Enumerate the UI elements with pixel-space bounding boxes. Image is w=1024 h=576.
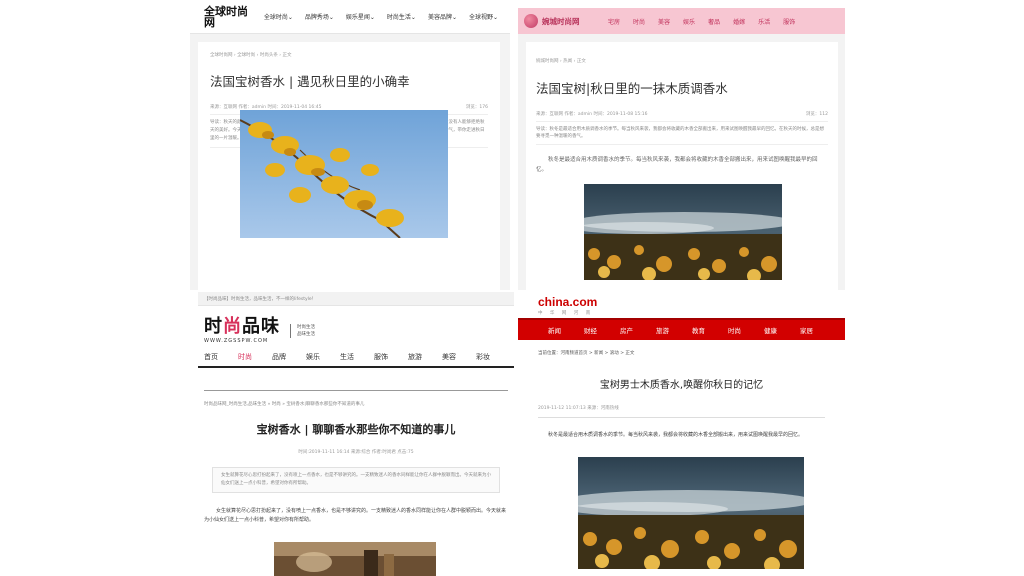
site-logo[interactable]: 婉城时尚网 (524, 14, 608, 28)
site-logo[interactable]: 全球时尚网 (204, 6, 252, 28)
main-nav: 宅房 时尚 美容 娱乐 奢品 婚嫁 乐活 服饰 (608, 17, 808, 26)
article-title: 宝树香水 | 聊聊香水那些你不知道的事儿 (256, 423, 456, 436)
nav-item[interactable]: 财经 (584, 325, 597, 335)
nav-item[interactable]: 生活 (340, 352, 354, 362)
nav-item-home[interactable]: 首页 (204, 352, 218, 362)
article-title: 宝树男士木质香水,唤醒你秋日的记忆 (599, 380, 764, 391)
article-title: 法国宝树香水 | 遇见秋日里的小确幸 (210, 74, 410, 89)
nav-item[interactable]: 娱乐 (683, 17, 695, 26)
article-meta: 时间:2019-11-11 16:14 来源:综合 作者:时尚君 点击:75 (298, 450, 414, 455)
nav-item[interactable]: 服饰 (783, 17, 795, 26)
brand-name: 时尚品味 (204, 316, 280, 337)
nav-item[interactable]: 家居 (800, 325, 813, 335)
main-nav: 首页 时尚 品牌 娱乐 生活 服饰 旅游 美容 彩妆 (198, 352, 514, 368)
article-summary: 女生就算花尽心思打扮起来了，没有喷上一点香水，也是不够讲究的。一支精致迷人的香水… (212, 467, 500, 493)
article-summary: 导读：秋冬是最适合用木质调香水的季节。每当秋风来袭，我都会将收藏的木香全部搬出来… (536, 126, 828, 145)
nav-item[interactable]: 全球视野⌄ (469, 12, 498, 21)
brand-url: WWW.ZGSSPW.COM (204, 338, 269, 344)
article-paragraph: 女生就算花尽心思打扮起来了，没有喷上一点香水，也是不够讲究的。一支精致迷人的香水… (204, 508, 507, 523)
nav-item[interactable]: 房产 (620, 325, 633, 335)
view-count: 浏览：176 (465, 105, 488, 110)
nav-item[interactable]: 新闻 (548, 325, 561, 335)
nav-item[interactable]: 旅游 (408, 352, 422, 362)
nav-item[interactable]: 时尚 (728, 325, 741, 335)
main-nav: 新闻 财经 房产 旅游 教育 时尚 健康 家居 (518, 318, 845, 340)
article-meta: 2019-11-12 11:07:13 来源：河南热线 (538, 405, 825, 418)
nav-item[interactable]: 服饰 (374, 352, 388, 362)
brand-header: 时尚品味 WWW.ZGSSPW.COM 时尚生活 品味生活 (198, 306, 514, 352)
nav-item-fashion[interactable]: 时尚 (238, 352, 252, 362)
nav-item[interactable]: 全球时尚⌄ (264, 12, 293, 21)
breadcrumb: 全球时尚网 › 全球时尚 › 时尚头条 › 正文 (210, 53, 292, 58)
breadcrumb: 当前位置：河南频道首页 > 新闻 > 滚动 > 正文 (538, 351, 635, 356)
autumn-ginkgo-image (240, 110, 448, 238)
site-header: 全球时尚网 全球时尚⌄ 品牌秀场⌄ 娱乐星闻⌄ 时尚生活⌄ 美容品牌⌄ 全球视野… (190, 0, 510, 34)
meta-info: 来源：互联网 作者：admin 时间：2019-11-08 15:16 (536, 112, 648, 117)
breadcrumb: 时尚品味网_时尚生活,品味生活 » 时尚 » 宝树香水|聊聊香水那些你不知道的事… (204, 402, 365, 407)
nav-item[interactable]: 美容品牌⌄ (428, 12, 457, 21)
nav-item[interactable]: 时尚生活⌄ (387, 12, 416, 21)
nav-item[interactable]: 娱乐 (306, 352, 320, 362)
nav-item[interactable]: 娱乐星闻⌄ (346, 12, 375, 21)
nav-item[interactable]: 美容 (658, 17, 670, 26)
misty-autumn-forest-image (578, 457, 804, 569)
panel-china-com-henan: china.com 中 华 网 河 南 新闻 财经 房产 旅游 教育 时尚 健康… (518, 292, 845, 576)
view-count: 浏览：112 (805, 112, 828, 117)
breadcrumb: 婉城时尚网 › 热闻 › 正文 (536, 59, 586, 64)
nav-item[interactable]: 宅房 (608, 17, 620, 26)
screenshot-collage: 全球时尚网 全球时尚⌄ 品牌秀场⌄ 娱乐星闻⌄ 时尚生活⌄ 美容品牌⌄ 全球视野… (0, 0, 1024, 576)
site-logo[interactable]: china.com 中 华 网 河 南 (518, 292, 845, 318)
nav-item[interactable]: 品牌 (272, 352, 286, 362)
nav-item[interactable]: 旅游 (656, 325, 669, 335)
brand-slogan: 时尚生活 品味生活 (290, 324, 315, 338)
panel-global-fashion: 全球时尚网 全球时尚⌄ 品牌秀场⌄ 娱乐星闻⌄ 时尚生活⌄ 美容品牌⌄ 全球视野… (190, 0, 510, 290)
misty-autumn-forest-image (584, 184, 782, 280)
nav-item[interactable]: 彩妆 (476, 352, 490, 362)
nav-item[interactable]: 奢品 (708, 17, 720, 26)
article-meta: 来源：互联网 作者：admin 时间：2019-11-08 15:16 浏览：1… (536, 111, 828, 122)
article-paragraph: 秋冬是最适合用木质调香水的季节。每当秋风来袭，我都会将收藏的木香全部搬出来，用来… (548, 432, 804, 438)
main-nav: 全球时尚⌄ 品牌秀场⌄ 娱乐星闻⌄ 时尚生活⌄ 美容品牌⌄ 全球视野⌄ (264, 12, 510, 21)
top-announcement: 【时尚品味】时尚生活，品味生活，不一样的lifestyle！ (198, 292, 514, 306)
nav-item[interactable]: 美容 (442, 352, 456, 362)
nav-item[interactable]: 健康 (764, 325, 777, 335)
panel-wancheng-fashion: 婉城时尚网 宅房 时尚 美容 娱乐 奢品 婚嫁 乐活 服饰 婉城时尚网 › 热闻… (518, 8, 845, 290)
site-logo[interactable]: 时尚品味 WWW.ZGSSPW.COM (204, 316, 280, 345)
logo-subtitle: 中 华 网 河 南 (538, 311, 594, 316)
flower-logo-icon (524, 14, 538, 28)
nav-item[interactable]: 品牌秀场⌄ (305, 12, 334, 21)
nav-item[interactable]: 婚嫁 (733, 17, 745, 26)
nav-item[interactable]: 时尚 (633, 17, 645, 26)
panel-zgsspw: 【时尚品味】时尚生活，品味生活，不一样的lifestyle！ 时尚品味 WWW.… (198, 292, 514, 576)
article-title: 法国宝树|秋日里的一抹木质调香水 (536, 81, 728, 96)
nav-item[interactable]: 乐活 (758, 17, 770, 26)
article-paragraph: 秋冬是最适合用木质调香水的季节。每当秋风来袭，我都会将收藏的木香全部搬出来，用来… (536, 157, 818, 173)
divider (204, 390, 508, 391)
nav-item[interactable]: 教育 (692, 325, 705, 335)
perfume-bottles-image (274, 542, 436, 576)
site-header: 婉城时尚网 宅房 时尚 美容 娱乐 奢品 婚嫁 乐活 服饰 (518, 8, 845, 34)
